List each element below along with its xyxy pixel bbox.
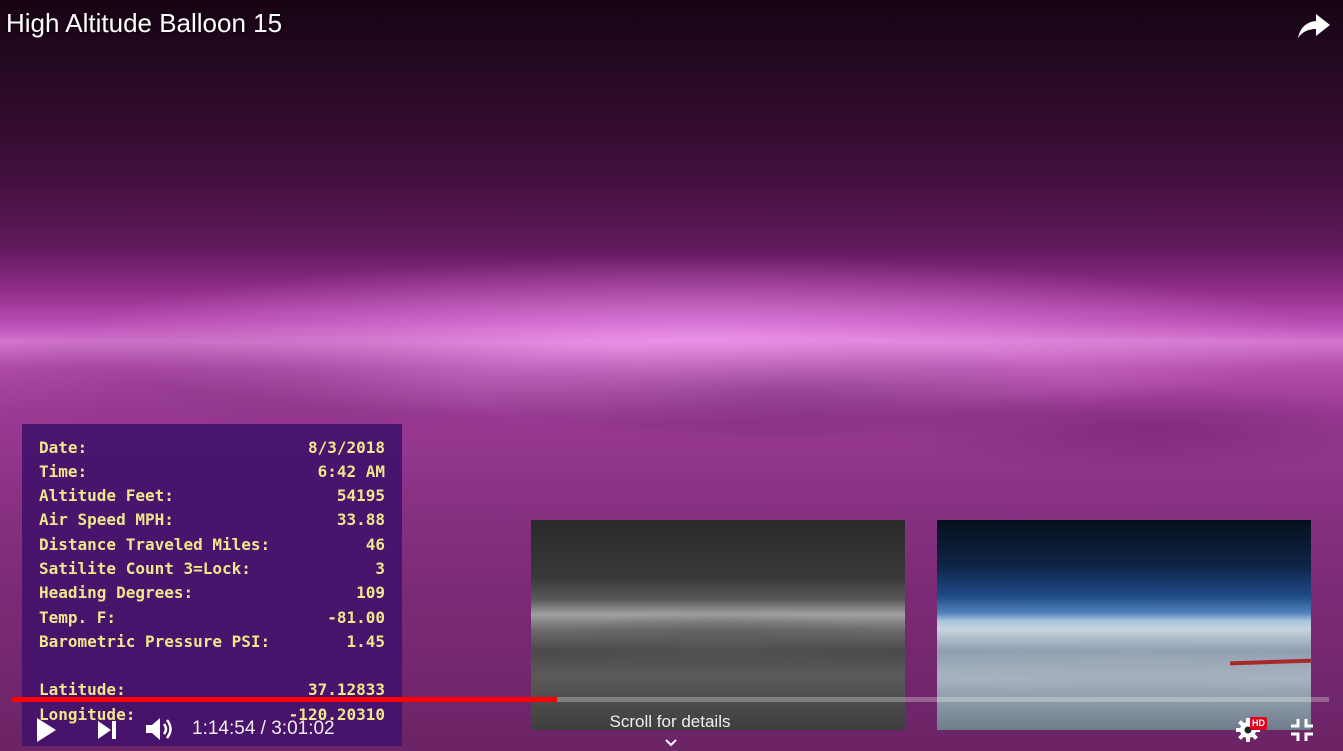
share-arrow-icon[interactable] [1296, 10, 1332, 42]
play-icon[interactable] [33, 716, 59, 744]
telemetry-row-pressure: Barometric Pressure PSI: 1.45 [39, 632, 385, 651]
exit-fullscreen-icon[interactable] [1288, 716, 1316, 744]
video-title[interactable]: High Altitude Balloon 15 [6, 8, 282, 39]
telemetry-row-distance: Distance Traveled Miles: 46 [39, 535, 385, 554]
progress-bar[interactable] [12, 697, 1329, 702]
progress-bar-played [12, 697, 558, 702]
telemetry-row-time: Time: 6:42 AM [39, 462, 385, 481]
scroll-hint[interactable]: Scroll for details [570, 712, 770, 732]
chevron-down-icon[interactable] [663, 736, 679, 748]
telemetry-row-temperature: Temp. F: -81.00 [39, 608, 385, 627]
telemetry-row-altitude: Altitude Feet: 54195 [39, 486, 385, 505]
hd-badge: HD [1250, 717, 1267, 730]
telemetry-row-airspeed: Air Speed MPH: 33.88 [39, 510, 385, 529]
telemetry-row-satellites: Satilite Count 3=Lock: 3 [39, 559, 385, 578]
telemetry-row-date: Date: 8/3/2018 [39, 438, 385, 457]
video-player[interactable]: High Altitude Balloon 15 Date: 8/3/2018 … [0, 0, 1343, 751]
telemetry-row-heading: Heading Degrees: 109 [39, 583, 385, 602]
volume-icon[interactable] [143, 714, 177, 744]
next-icon[interactable] [94, 718, 120, 742]
time-display: 1:14:54 / 3:01:02 [192, 718, 335, 739]
